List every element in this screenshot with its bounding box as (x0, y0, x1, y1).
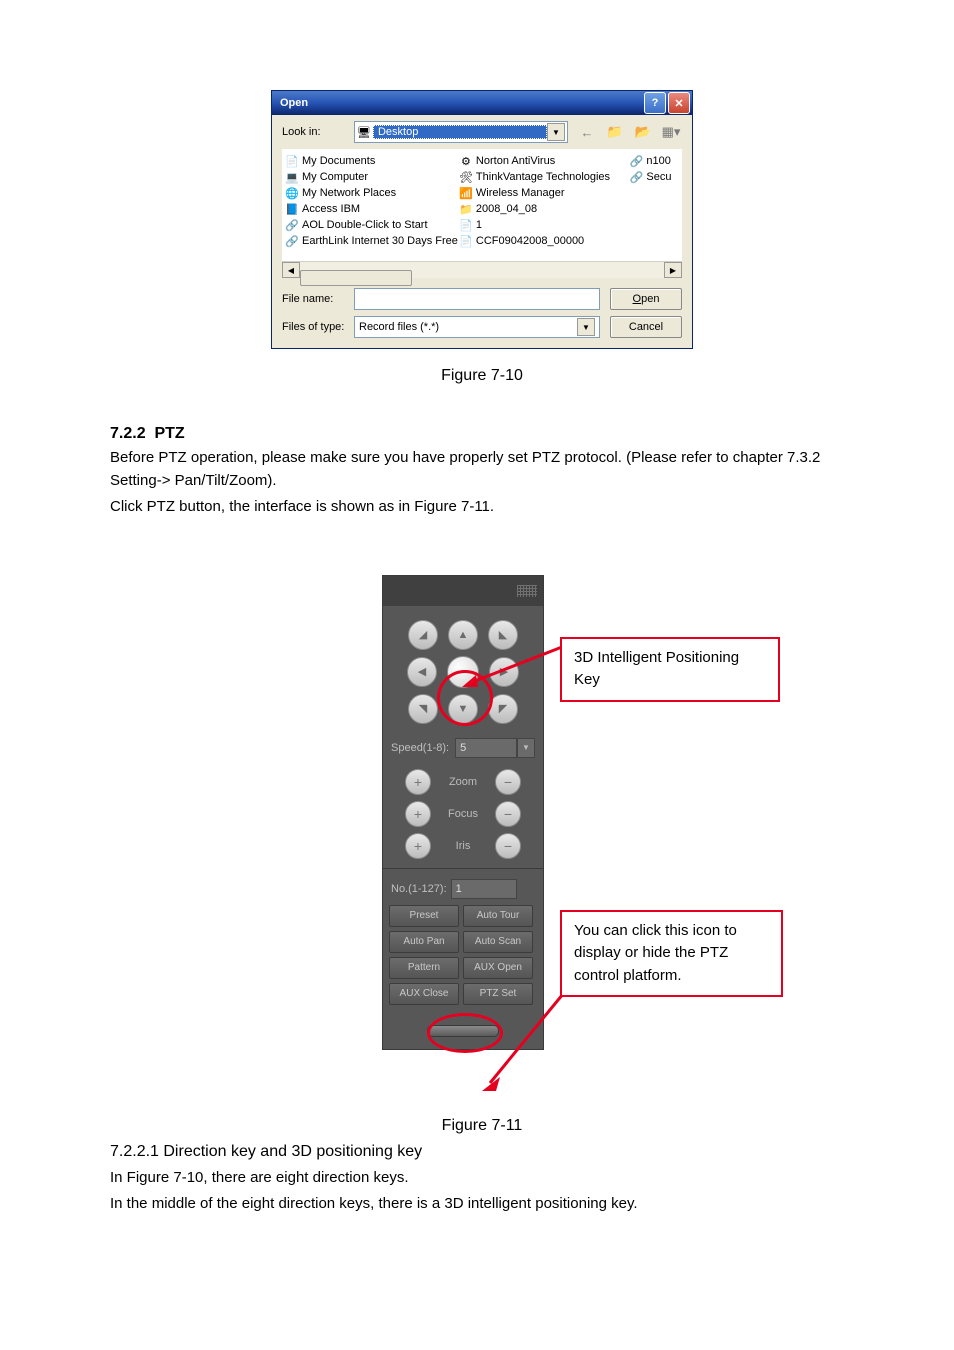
auto-pan-button[interactable]: Auto Pan (389, 931, 459, 953)
zoom-plus-button[interactable]: + (405, 769, 431, 795)
speed-input[interactable]: 5 (455, 738, 517, 758)
paragraph: Click PTZ button, the interface is shown… (110, 496, 854, 519)
no-input[interactable]: 1 (451, 879, 517, 899)
scroll-right-icon[interactable]: ▶ (664, 262, 682, 278)
focus-minus-button[interactable]: − (495, 801, 521, 827)
iris-label: Iris (441, 840, 485, 852)
chevron-down-icon[interactable]: ▼ (517, 738, 535, 758)
app-icon: 📘 (284, 202, 300, 216)
panel-grip[interactable] (383, 576, 543, 606)
dialog-title: Open (280, 97, 642, 109)
chevron-down-icon[interactable]: ▼ (577, 318, 595, 336)
list-item[interactable]: 🔗Secu (628, 169, 682, 185)
file-list[interactable]: 📄My Documents 💻My Computer 🌐My Network P… (282, 149, 682, 261)
file-icon: 📄 (458, 218, 474, 232)
tools-icon: 🛠 (458, 170, 474, 184)
cancel-button[interactable]: Cancel (610, 316, 682, 338)
antivirus-icon: ⚙ (458, 154, 474, 168)
file-type-value: Record files (*.*) (359, 321, 577, 333)
figure-caption: Figure 7-10 (110, 367, 854, 385)
list-item[interactable]: 🛠ThinkVantage Technologies (458, 169, 628, 185)
list-item[interactable]: 💻My Computer (284, 169, 458, 185)
desktop-icon: 🖥 (357, 126, 371, 139)
auto-tour-button[interactable]: Auto Tour (463, 905, 533, 927)
wireless-icon: 📶 (458, 186, 474, 200)
list-item[interactable]: 🌐My Network Places (284, 185, 458, 201)
look-in-dropdown[interactable]: 🖥 Desktop ▼ (354, 121, 568, 143)
list-item[interactable]: 📄My Documents (284, 153, 458, 169)
iris-plus-button[interactable]: + (405, 833, 431, 859)
look-in-value: Desktop (373, 125, 547, 139)
scroll-thumb[interactable] (300, 270, 412, 286)
shortcut-icon: 🔗 (628, 170, 644, 184)
paragraph: Before PTZ operation, please make sure y… (110, 447, 854, 492)
list-item[interactable]: 📁2008_04_08 (458, 201, 628, 217)
shortcut-icon: 🔗 (284, 218, 300, 232)
up-icon[interactable]: 📁 (604, 121, 626, 143)
figure-caption: Figure 7-11 (110, 1117, 854, 1135)
help-button[interactable]: ? (644, 92, 666, 114)
paragraph: In the middle of the eight direction key… (110, 1193, 854, 1216)
section-heading: 7.2.2 PTZ (110, 425, 854, 443)
shortcut-icon: 🔗 (628, 154, 644, 168)
file-type-dropdown[interactable]: Record files (*.*) ▼ (354, 316, 600, 338)
dialog-titlebar: Open ? ✕ (272, 91, 692, 115)
list-item[interactable]: 📄1 (458, 217, 628, 233)
new-folder-icon[interactable]: 📂 (632, 121, 654, 143)
file-name-label: File name: (282, 293, 354, 305)
open-button[interactable]: Open (610, 288, 682, 310)
no-label: No.(1-127): (391, 883, 447, 895)
zoom-minus-button[interactable]: − (495, 769, 521, 795)
open-dialog: Open ? ✕ Look in: 🖥 Desktop ▼ ← 📁 📂 ▦▾ (271, 90, 693, 349)
callout-3d-key: 3D Intelligent Positioning Key (560, 637, 780, 702)
list-item[interactable]: 📶Wireless Manager (458, 185, 628, 201)
toolbar-icons: ← 📁 📂 ▦▾ (576, 121, 682, 143)
close-button[interactable]: ✕ (668, 92, 690, 114)
file-name-input[interactable] (354, 288, 600, 310)
chevron-down-icon[interactable]: ▼ (547, 123, 565, 141)
folder-icon: 📄 (284, 154, 300, 168)
list-item[interactable]: 📘Access IBM (284, 201, 458, 217)
subsection-heading: 7.2.2.1 Direction key and 3D positioning… (110, 1143, 854, 1161)
auto-scan-button[interactable]: Auto Scan (463, 931, 533, 953)
view-menu-icon[interactable]: ▦▾ (660, 121, 682, 143)
speed-label: Speed(1-8): (391, 742, 449, 754)
list-item[interactable]: 🔗AOL Double-Click to Start (284, 217, 458, 233)
file-type-label: Files of type: (282, 321, 354, 333)
preset-button[interactable]: Preset (389, 905, 459, 927)
pattern-button[interactable]: Pattern (389, 957, 459, 979)
horizontal-scrollbar[interactable]: ◀ ▶ (282, 261, 682, 278)
look-in-label: Look in: (282, 126, 354, 138)
folder-icon: 📁 (458, 202, 474, 216)
computer-icon: 💻 (284, 170, 300, 184)
file-icon: 📄 (458, 234, 474, 248)
list-item[interactable]: ⚙Norton AntiVirus (458, 153, 628, 169)
callout-toggle: You can click this icon to display or hi… (560, 910, 783, 998)
shortcut-icon: 🔗 (284, 234, 300, 248)
dir-down-button[interactable]: ▼ (448, 694, 478, 724)
zoom-label: Zoom (441, 776, 485, 788)
list-item[interactable]: 🔗EarthLink Internet 30 Days Free (284, 233, 458, 249)
dir-down-right-button[interactable]: ◢ (408, 620, 438, 650)
iris-minus-button[interactable]: − (495, 833, 521, 859)
network-icon: 🌐 (284, 186, 300, 200)
grip-icon (517, 585, 537, 597)
focus-label: Focus (441, 808, 485, 820)
paragraph: In Figure 7-10, there are eight directio… (110, 1167, 854, 1190)
list-item[interactable]: 📄CCF09042008_00000 (458, 233, 628, 249)
dir-up-left-button[interactable]: ◤ (488, 694, 518, 724)
dir-left-button[interactable]: ◀ (407, 657, 437, 687)
list-item[interactable]: 🔗n100 (628, 153, 682, 169)
scroll-left-icon[interactable]: ◀ (282, 262, 300, 278)
back-icon[interactable]: ← (576, 121, 598, 143)
dir-up-right-button[interactable]: ◥ (408, 694, 438, 724)
focus-plus-button[interactable]: + (405, 801, 431, 827)
aux-close-button[interactable]: AUX Close (389, 983, 459, 1005)
